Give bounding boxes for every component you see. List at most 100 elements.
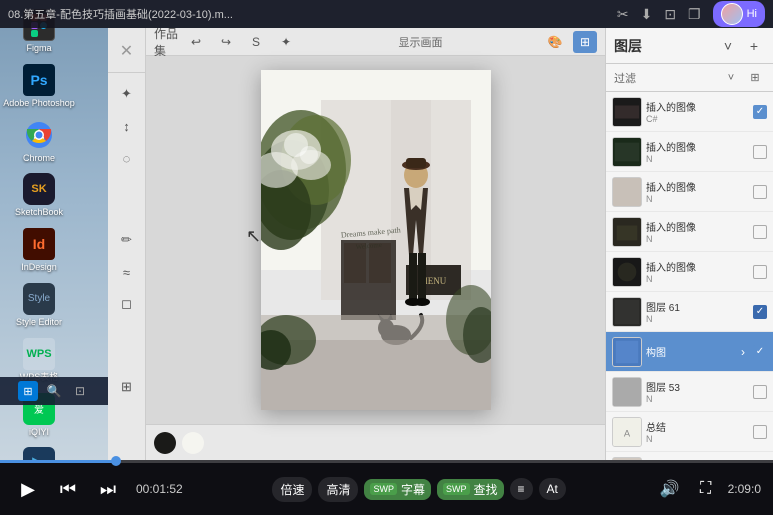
layer-thumbnail <box>612 337 642 367</box>
select-tool[interactable]: ◌ <box>112 143 142 173</box>
progress-bar[interactable] <box>0 460 773 463</box>
speed-button[interactable]: 倍速 <box>272 477 312 502</box>
layer-name: 图层 61 <box>646 299 749 314</box>
transform-btn[interactable]: ✦ <box>274 31 298 53</box>
layer-mode: N <box>646 314 749 324</box>
canvas-header-right: 🎨 ⊞ <box>543 31 597 53</box>
download-icon[interactable]: ⬇ <box>641 6 653 23</box>
layer-visibility[interactable] <box>753 385 767 399</box>
video-controls: ▶ ⏮ ⏭ 00:01:52 倍速 高清 SWP 字幕 <box>0 460 773 515</box>
canvas-header: 作品集 ↩ ↪ S ✦ 显示画面 🎨 ⊞ <box>146 28 605 56</box>
layer-visibility[interactable]: ✓ <box>753 105 767 119</box>
adjustments-btn[interactable]: 🎨 <box>543 31 567 53</box>
layer-name: 构图 <box>646 344 737 359</box>
brush-tool[interactable]: ✏ <box>112 225 142 255</box>
layer-item[interactable]: 插入的图像 N <box>606 252 773 292</box>
desktop-icon-style[interactable]: Style Style Editor <box>0 279 78 332</box>
sketchbook-label: SketchBook <box>15 207 63 218</box>
crop-icon[interactable]: ⊡ <box>664 6 676 23</box>
layers-tool[interactable]: ⊞ <box>112 372 142 402</box>
layer-item[interactable]: 插入的图像 N <box>606 172 773 212</box>
layer-info: 构图 <box>646 344 737 359</box>
svg-text:A: A <box>624 428 631 438</box>
foreground-color[interactable] <box>154 432 176 454</box>
screen-content: Figma Ps Adobe Photoshop <box>0 0 773 460</box>
prev-button[interactable]: ⏮ <box>52 473 84 505</box>
layer-item[interactable]: 插入的图像 N <box>606 132 773 172</box>
layer-visibility[interactable] <box>753 185 767 199</box>
layer-info: 插入的图像 N <box>646 219 749 244</box>
play-button[interactable]: ▶ <box>12 473 44 505</box>
layer-visibility[interactable]: ✓ <box>753 345 767 359</box>
main-canvas[interactable]: MENU Dreams make path Welcome <box>146 56 605 424</box>
layer-thumbnail <box>612 297 642 327</box>
layer-item[interactable]: 插入的图像 C# ✓ <box>606 92 773 132</box>
layer-item[interactable]: 图层 61 N ✓ <box>606 292 773 332</box>
progress-dot <box>111 456 121 466</box>
at-button[interactable]: At <box>539 478 566 500</box>
desktop-icon-chrome[interactable]: Chrome <box>0 115 78 168</box>
scissors-icon[interactable]: ✂ <box>617 6 629 23</box>
layer-expand[interactable]: › <box>741 345 745 359</box>
taskbar-windows[interactable]: ⊞ <box>18 381 38 401</box>
layer-visibility[interactable] <box>753 225 767 239</box>
desktop-icon-sketchbook[interactable]: SK SketchBook <box>0 169 78 222</box>
desktop-icon-photoshop[interactable]: Ps Adobe Photoshop <box>0 60 78 113</box>
layer-name: 总结 <box>646 419 749 434</box>
filter-bar: 过滤 ˅ ⊞ <box>606 64 773 92</box>
taskbar-task[interactable]: ⊡ <box>70 381 90 401</box>
layer-thumbnail <box>612 177 642 207</box>
find-button[interactable]: SWP 查找 <box>437 479 504 500</box>
canvas-bottom-bar <box>146 424 605 460</box>
layer-name: 插入的图像 <box>646 219 749 234</box>
layer-thumbnail <box>612 377 642 407</box>
layer-item[interactable]: 假互补 N <box>606 452 773 460</box>
ref-btn[interactable]: S <box>244 31 268 53</box>
layer-visibility[interactable] <box>753 425 767 439</box>
modify-tool[interactable]: ✦ <box>112 79 142 109</box>
redo-btn[interactable]: ↪ <box>214 31 238 53</box>
filter-grid[interactable]: ⊞ <box>745 68 765 88</box>
layers-chevron[interactable]: ˅ <box>717 35 739 57</box>
taskbar-search[interactable]: 🔍 <box>44 381 64 401</box>
layer-visibility[interactable] <box>753 145 767 159</box>
next-button[interactable]: ⏭ <box>92 473 124 505</box>
desktop-icon-potplayer[interactable]: ▶ PotPlayer <box>0 443 78 460</box>
hi-badge[interactable]: Hi <box>713 1 765 27</box>
close-button[interactable]: ✕ <box>112 36 142 66</box>
undo-btn[interactable]: ↩ <box>184 31 208 53</box>
layer-item-active[interactable]: 构图 › ✓ <box>606 332 773 372</box>
layer-info: 图层 61 N <box>646 299 749 324</box>
list-button[interactable]: ≡ <box>510 478 533 500</box>
layer-item[interactable]: 图层 53 N <box>606 372 773 412</box>
eraser-tool[interactable]: ◻ <box>112 289 142 319</box>
layer-name: 插入的图像 <box>646 99 749 114</box>
fullscreen-button[interactable]: ⛶ <box>692 475 720 503</box>
subtitle-button[interactable]: SWP 字幕 <box>364 479 431 500</box>
layer-item[interactable]: 插入的图像 N <box>606 212 773 252</box>
layers-list[interactable]: 插入的图像 C# ✓ 插入的图像 N <box>606 92 773 460</box>
gallery-btn[interactable]: 作品集 <box>154 31 178 53</box>
layers-btn[interactable]: ⊞ <box>573 31 597 53</box>
procreate-window: ✕ ✦ ↕ ◌ ✏ ≈ ◻ ⊞ 作品集 ↩ ↪ <box>108 28 773 460</box>
layer-visibility[interactable]: ✓ <box>753 305 767 319</box>
hd-button[interactable]: 高清 <box>318 477 358 502</box>
id-label: InDesign <box>21 262 57 273</box>
copy-icon[interactable]: ❐ <box>688 6 701 23</box>
filter-expand[interactable]: ˅ <box>721 68 741 88</box>
layer-visibility[interactable] <box>753 265 767 279</box>
desktop-icon-indesign[interactable]: Id InDesign <box>0 224 78 277</box>
layers-panel: 图层 ˅ + 过滤 ˅ ⊞ <box>605 28 773 460</box>
background-color[interactable] <box>182 432 204 454</box>
move-tool[interactable]: ↕ <box>112 111 142 141</box>
layer-name: 插入的图像 <box>646 179 749 194</box>
figma-label: Figma <box>26 43 51 54</box>
volume-button[interactable]: 🔊 <box>656 475 684 503</box>
layer-item[interactable]: A 总结 N <box>606 412 773 452</box>
chrome-label: Chrome <box>23 153 55 164</box>
filter-label: 过滤 <box>614 70 717 86</box>
smudge-tool[interactable]: ≈ <box>112 257 142 287</box>
layer-thumbnail <box>612 257 642 287</box>
canvas-area: 作品集 ↩ ↪ S ✦ 显示画面 🎨 ⊞ ◦ <box>146 28 605 460</box>
layers-add[interactable]: + <box>743 35 765 57</box>
